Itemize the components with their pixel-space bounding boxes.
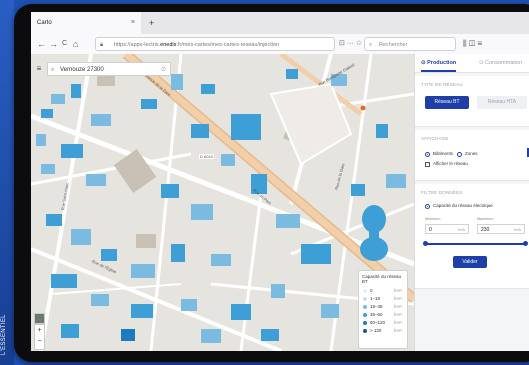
legend-label: 60–120 xyxy=(370,320,386,325)
browser-nav-bar: ← → C ⌂ 🔒︎ https://apps-lectrix.enedis.f… xyxy=(31,34,529,55)
legend-item: 1–18 kVA xyxy=(362,295,404,303)
network-type-section: TYPE DE RÉSEAU Réseau BT Réseau HTA xyxy=(415,76,529,127)
side-caption: L'ESSENTIEL xyxy=(1,314,7,355)
legend-unit: kVA xyxy=(394,304,402,309)
min-unit: kVA xyxy=(457,227,465,232)
zoom-out-button[interactable]: − xyxy=(35,336,44,347)
map-ground xyxy=(31,54,414,351)
legend-unit: kVA xyxy=(394,296,402,301)
map-legend: Capacité du réseau BT 0 kVA 1–18 kVA 18–36 kV… xyxy=(358,270,408,349)
legend-item: 18–36 kVA xyxy=(362,303,404,311)
max-value: 230 xyxy=(481,227,490,233)
browser-tab-title: Carto xyxy=(37,20,52,26)
layer-toggle-button[interactable] xyxy=(34,313,45,324)
radio-batiments-label: Bâtiments xyxy=(433,151,454,156)
back-icon[interactable]: ← xyxy=(37,36,46,52)
search-icon: ⌕ xyxy=(51,67,55,73)
new-tab-icon[interactable]: + xyxy=(149,12,154,34)
legend-unit: kVA xyxy=(394,312,402,317)
forward-icon[interactable]: → xyxy=(49,36,58,52)
legend-item: > 120 kVA xyxy=(362,327,404,335)
tab-close-icon[interactable]: × xyxy=(131,12,135,34)
tab-consumption[interactable]: ⊙ Consommation xyxy=(479,54,522,72)
legend-swatch xyxy=(363,329,367,333)
browser-search-input[interactable]: ⌕ Rechercher xyxy=(364,37,456,51)
legend-item: 60–120 kVA xyxy=(362,319,404,327)
home-icon[interactable]: ⌂ xyxy=(73,36,78,52)
legend-swatch xyxy=(363,289,367,293)
map-canvas[interactable] xyxy=(31,54,414,351)
legend-unit: kVA xyxy=(394,288,402,293)
radio-zones-label: Zones xyxy=(465,151,478,156)
network-hta-button[interactable]: Réseau HTA xyxy=(477,96,527,109)
legend-unit: kVA xyxy=(394,320,402,325)
url-path: .fr/mes-cartes/mes-cartes-reseau/injecti… xyxy=(176,42,280,48)
reload-icon[interactable]: C xyxy=(62,36,67,52)
map-view[interactable]: Avenue de la Gare Rue du Pont Rue Bonapa… xyxy=(31,54,414,351)
min-value: 0 xyxy=(429,227,432,233)
legend-swatch xyxy=(363,313,367,317)
legend-label: 18–36 xyxy=(370,304,383,309)
apply-filter-button[interactable]: Valider xyxy=(453,256,487,268)
radio-batiments[interactable] xyxy=(425,152,430,157)
legend-label: 0 xyxy=(370,288,373,293)
tab-production[interactable]: ⊙ Production xyxy=(421,54,457,72)
network-bt-button[interactable]: Réseau BT xyxy=(425,96,469,109)
address-search-value: Vernouze 27300 xyxy=(60,67,104,73)
legend-item: 0 kVA xyxy=(362,287,404,295)
settings-panel: ⊙ Production ⊙ Consommation TYPE DE RÉSE… xyxy=(414,54,529,351)
url-actions-icon[interactable]: ⊡ ··· ☆ xyxy=(339,36,362,52)
url-bar[interactable]: 🔒︎ https://apps-lectrix.enedis.fr/mes-ca… xyxy=(95,37,335,51)
browser-tab[interactable]: Carto × xyxy=(31,12,141,34)
slider-min-handle[interactable] xyxy=(422,241,428,246)
legend-unit: kVA xyxy=(394,328,402,333)
legend-title: Capacité du réseau BT xyxy=(362,274,402,284)
address-search-input[interactable]: ⌕ Vernouze 27300 ⊙ xyxy=(47,62,171,76)
legend-item: 36–60 kVA xyxy=(362,311,404,319)
zoom-control: + − xyxy=(34,324,45,350)
browser-search-placeholder: Rechercher xyxy=(379,42,408,48)
browser-tab-bar: Carto × + xyxy=(31,12,529,34)
tablet-screen: Carto × + ← → C ⌂ 🔒︎ https://apps-lectri… xyxy=(31,12,529,351)
display-title: AFFICHAGE xyxy=(421,136,449,141)
max-label: Maximum xyxy=(477,217,494,221)
url-prefix: https://apps-lectrix. xyxy=(114,42,161,48)
show-network-label: Afficher le réseau xyxy=(433,161,468,166)
slider-max-handle[interactable] xyxy=(522,241,528,246)
radio-zones[interactable] xyxy=(457,152,462,157)
search-icon: ⌕ xyxy=(369,42,373,48)
legend-swatch xyxy=(363,297,367,301)
locate-icon[interactable]: ⊙ xyxy=(161,63,166,77)
shield-lock-icon: 🔒︎ xyxy=(100,42,104,48)
legend-label: 36–60 xyxy=(370,312,383,317)
legend-rows: 0 kVA 1–18 kVA 18–36 kVA 36–60 kVA 60–120 kVA > 12… xyxy=(362,287,404,335)
map-menu-icon[interactable]: ≡ xyxy=(34,63,44,75)
tab-production-label: Production xyxy=(427,60,457,66)
zoom-in-button[interactable]: + xyxy=(35,325,44,336)
url-host: enedis xyxy=(160,42,177,48)
filter-capacity-radio[interactable] xyxy=(425,204,430,209)
road-number-label: D 6015 xyxy=(199,154,214,159)
min-label: Minimum xyxy=(425,217,441,221)
filters-title: FILTRE DONNÉES xyxy=(421,190,463,195)
show-network-checkbox[interactable] xyxy=(425,162,430,167)
network-type-title: TYPE DE RÉSEAU xyxy=(421,82,463,87)
max-unit: kVA xyxy=(513,227,521,232)
location-pin-icon[interactable] xyxy=(360,105,366,111)
legend-swatch xyxy=(363,305,367,309)
legend-swatch xyxy=(363,321,367,325)
browser-menu-icons[interactable]: ⫼ ◫ ≡ xyxy=(463,36,482,52)
legend-label: 1–18 xyxy=(370,296,381,301)
min-input[interactable]: 0 kVA xyxy=(425,224,469,234)
filter-capacity-label: Capacité du réseau électrique xyxy=(433,203,493,208)
panel-tabs: ⊙ Production ⊙ Consommation xyxy=(415,54,529,73)
tab-consumption-label: Consommation xyxy=(485,60,523,66)
display-section: AFFICHAGE Bâtiments Zones Afficher le ré… xyxy=(415,130,529,181)
max-input[interactable]: 230 kVA xyxy=(477,224,525,234)
capacity-slider-track[interactable] xyxy=(425,243,525,245)
filters-section: FILTRE DONNÉES Capacité du réseau électr… xyxy=(415,184,529,289)
legend-label: > 120 xyxy=(370,328,382,333)
